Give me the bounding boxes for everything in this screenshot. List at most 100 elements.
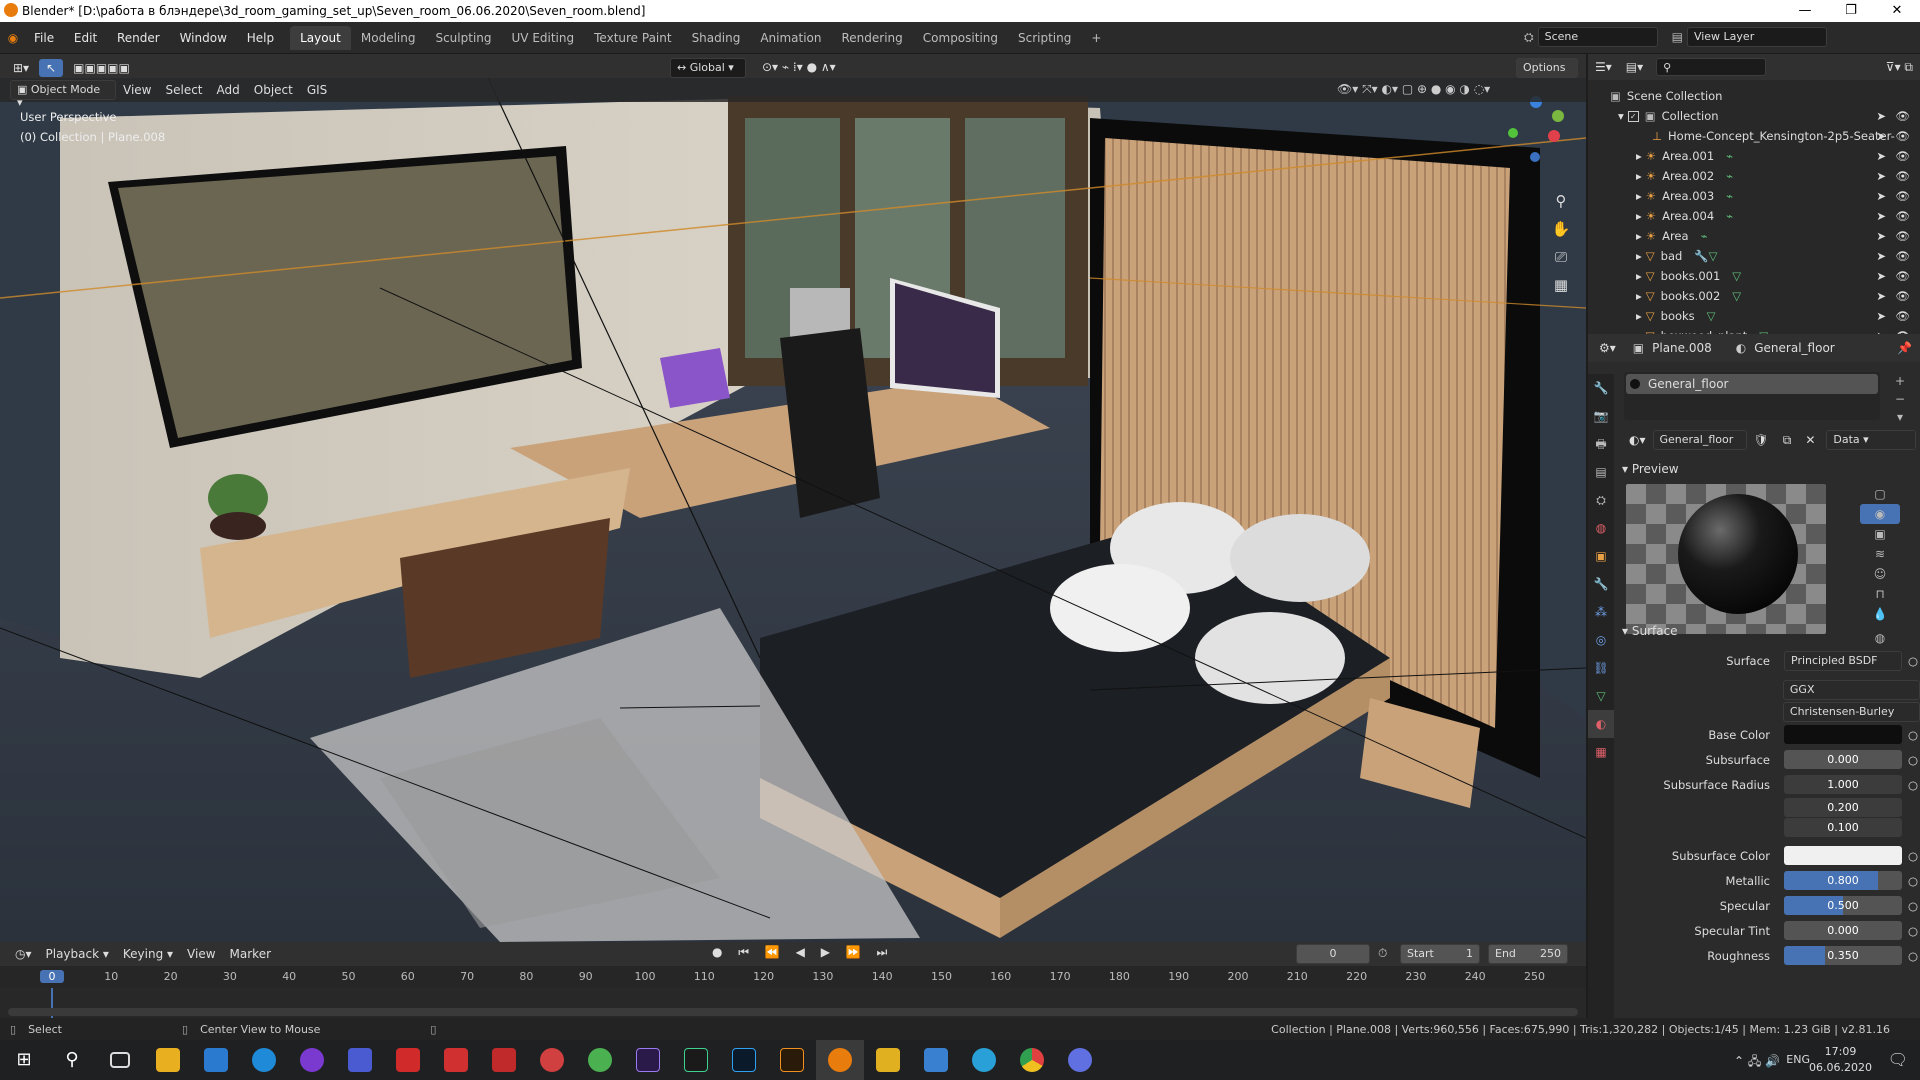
surface-shader-field[interactable]: Principled BSDF (1784, 650, 1902, 671)
select-arrow-icon[interactable]: ➤ (1876, 109, 1886, 123)
app-swirl-icon[interactable] (912, 1040, 960, 1080)
select-arrow-icon[interactable]: ➤ (1876, 289, 1886, 303)
display-mode-icon[interactable]: ▤▾ (1619, 58, 1650, 76)
filter-icon[interactable]: ⊽▾ ⧉ (1879, 58, 1920, 77)
menu-add[interactable]: Add (210, 81, 247, 99)
options-dropdown[interactable]: Options ▾ (1516, 58, 1578, 87)
end-frame-field[interactable]: End 250 (1488, 944, 1568, 964)
tab-shading[interactable]: Shading (682, 26, 751, 50)
frame-ruler[interactable]: 0 10 20 30 40 50 60 70 80 90 100 110 120 130 140 150 160… (0, 966, 1586, 988)
socket-dot-icon[interactable]: ○ (1908, 949, 1918, 963)
visibility-eye-icon[interactable]: 👁 (1895, 189, 1910, 203)
sketchup-icon[interactable] (480, 1040, 528, 1080)
menu-help[interactable]: Help (239, 31, 282, 45)
clock[interactable]: 17:09 06.06.2020 (1809, 1044, 1872, 1076)
material-name-field[interactable]: General_floor (1652, 430, 1747, 450)
remove-slot-icon[interactable]: − (1890, 390, 1910, 408)
timeline-editor-icon[interactable]: ◷▾ (8, 945, 39, 963)
scene-tab-icon[interactable]: ⛭ (1588, 486, 1614, 514)
task-view-icon[interactable] (96, 1040, 144, 1080)
distribution-dropdown[interactable]: GGX (1782, 679, 1920, 700)
tool-tab-icon[interactable]: 🔧 (1588, 374, 1614, 402)
specular-slider[interactable]: 0.500 (1784, 896, 1902, 915)
object-tab-icon[interactable]: ▣ (1588, 542, 1614, 570)
preview-sphere-button[interactable]: ◉ (1860, 504, 1900, 524)
start-frame-field[interactable]: Start 1 (1400, 944, 1480, 964)
chrome-icon[interactable] (1008, 1040, 1056, 1080)
modifier-tab-icon[interactable]: 🔧 (1588, 570, 1614, 598)
gizmo-y-icon[interactable] (1552, 110, 1564, 122)
selection-mode-icons[interactable]: ▣▣▣▣▣ (66, 59, 137, 77)
scene-collection-row[interactable]: ▣ Scene Collection (1588, 86, 1920, 106)
pivot-snap-icons[interactable]: ⊙▾ ⌁ ⁞▾ ● ∧▾ (755, 58, 843, 76)
physics-tab-icon[interactable]: ◎ (1588, 626, 1614, 654)
add-workspace-icon[interactable]: + (1081, 26, 1111, 50)
browse-material-icon[interactable]: ◐▾ (1622, 431, 1653, 449)
roughness-slider[interactable]: 0.350 (1784, 946, 1902, 965)
subsurface-radius-x[interactable]: 1.000 (1784, 775, 1902, 794)
outliner-item[interactable]: ▸ ☀ Area.002 ⌁ ➤ 👁 (1588, 166, 1920, 186)
menu-edit[interactable]: Edit (66, 31, 105, 45)
blender-menu-icon[interactable]: ◉ (0, 31, 26, 45)
menu-playback[interactable]: Playback ▾ (39, 945, 116, 963)
subsurface-radius-y[interactable]: 0.200 (1784, 797, 1902, 817)
visibility-eye-icon[interactable]: 👁 (1895, 309, 1910, 323)
render-tab-icon[interactable]: 📷 (1588, 402, 1614, 430)
camera-icon[interactable]: ⎚ (1548, 248, 1574, 276)
visibility-eye-icon[interactable]: 👁 (1895, 169, 1910, 183)
visibility-eye-icon[interactable]: 👁 (1895, 149, 1910, 163)
scene-field[interactable]: Scene (1537, 27, 1658, 47)
world-tab-icon[interactable]: ◍ (1588, 514, 1614, 542)
visibility-eye-icon[interactable]: 👁 (1895, 229, 1910, 243)
material-tab-icon[interactable]: ◐ (1588, 710, 1614, 738)
tab-texture-paint[interactable]: Texture Paint (584, 26, 681, 50)
gizmo-neg-z-icon[interactable] (1530, 152, 1540, 162)
socket-dot-icon[interactable]: ○ (1908, 849, 1918, 863)
view-layer-tab-icon[interactable]: ▤ (1588, 458, 1614, 486)
preview-plane-icon[interactable]: ▢ (1860, 484, 1900, 504)
telegram-icon[interactable] (960, 1040, 1008, 1080)
subsurface-method-dropdown[interactable]: Christensen-Burley (1782, 702, 1920, 722)
menu-gis[interactable]: GIS (300, 81, 334, 99)
checkbox-icon[interactable]: ✓ (1627, 110, 1639, 122)
expand-arrow-icon[interactable]: ▾ (1618, 109, 1624, 123)
outliner-item[interactable]: ▸ ☀ Area.004 ⌁ ➤ 👁 (1588, 206, 1920, 226)
subsurface-slider[interactable]: 0.000 (1784, 750, 1902, 769)
subsurface-radius-z[interactable]: 0.100 (1784, 817, 1902, 837)
preview-section-header[interactable]: ▾ Preview (1614, 456, 1920, 482)
socket-dot-icon[interactable]: ○ (1908, 753, 1918, 767)
viewport-shading-icons[interactable]: 👁▾ ⤧▾ ◐▾ ▢ ⊕ ● ◉ ◑ ◌▾ (1330, 80, 1497, 99)
socket-dot-icon[interactable]: ○ (1908, 924, 1918, 938)
add-slot-icon[interactable]: + (1890, 372, 1910, 390)
select-arrow-icon[interactable]: ➤ (1876, 249, 1886, 263)
texture-tab-icon[interactable]: ▦ (1588, 738, 1614, 766)
visibility-eye-icon[interactable]: 👁 (1895, 269, 1910, 283)
tray-icons[interactable]: ⌃ 🖧 🔊 (1734, 1052, 1780, 1073)
maximize-button[interactable]: ❐ (1828, 0, 1874, 22)
outliner-item[interactable]: ▸ ▽ books.002 ▽ ➤ 👁 (1588, 286, 1920, 306)
zoom-icon[interactable]: ⚲ (1548, 192, 1574, 220)
close-button[interactable]: ✕ (1874, 0, 1920, 22)
acrobat-icon[interactable] (384, 1040, 432, 1080)
premiere-icon[interactable] (624, 1040, 672, 1080)
gizmo-neg-y-icon[interactable] (1508, 128, 1518, 138)
podcast-icon[interactable] (288, 1040, 336, 1080)
link-data-dropdown[interactable]: Data ▾ (1826, 430, 1917, 450)
menu-window[interactable]: Window (172, 31, 235, 45)
wps-icon[interactable] (432, 1040, 480, 1080)
pycharm-icon[interactable] (672, 1040, 720, 1080)
select-arrow-icon[interactable]: ➤ (1876, 129, 1886, 143)
tab-animation[interactable]: Animation (750, 26, 831, 50)
menu-object[interactable]: Object (247, 81, 300, 99)
notification-icon[interactable]: 🗨 (1888, 1050, 1908, 1069)
tab-compositing[interactable]: Compositing (913, 26, 1008, 50)
socket-dot-icon[interactable]: ○ (1908, 778, 1918, 792)
minimize-button[interactable]: — (1782, 0, 1828, 22)
fake-user-icon[interactable]: 🛡 (1747, 431, 1776, 449)
gizmo-x-icon[interactable] (1548, 130, 1560, 142)
stopwatch-icon[interactable]: ⏱ (1378, 946, 1387, 961)
properties-editor-icon[interactable]: ⚙▾ (1592, 339, 1623, 357)
tab-scripting[interactable]: Scripting (1008, 26, 1081, 50)
input-language[interactable]: ENG (1786, 1053, 1810, 1066)
app-shield-icon[interactable] (336, 1040, 384, 1080)
